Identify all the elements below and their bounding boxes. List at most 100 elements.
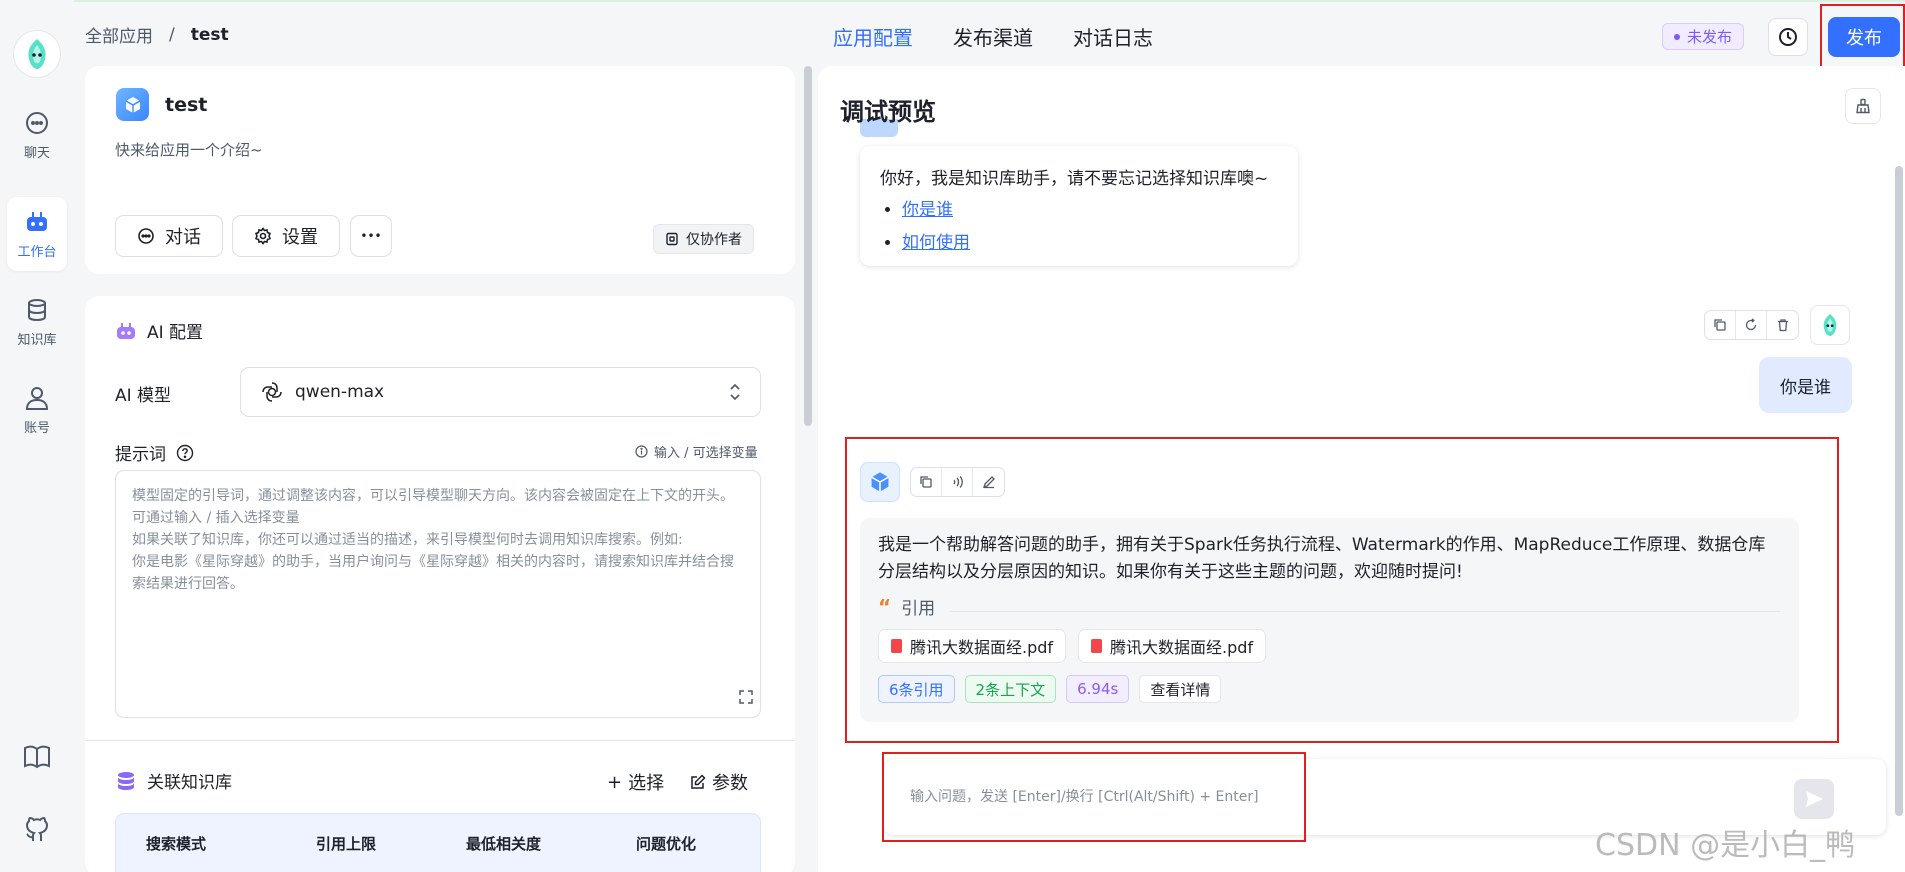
col-query-optimize: 问题优化 [636,834,697,853]
params-button[interactable]: 参数 [690,769,748,795]
broom-icon [1856,98,1870,114]
debug-preview-panel: 调试预览 你好，我是知识库助手，请不要忘记选择知识库噢~ 你是谁 如何使用 你是… [818,66,1905,872]
nav-item-workbench[interactable]: 工作台 [7,197,67,271]
bot-message-tools [910,467,1005,497]
status-badge: 未发布 [1662,23,1745,50]
pencil-icon[interactable] [973,468,1004,496]
lock-icon [666,232,678,246]
prompt-label: 提示词 [115,440,194,465]
chat-input[interactable] [910,783,1710,811]
nav-item-knowledge[interactable]: 知识库 [7,285,67,359]
knowledge-table-header: 搜索模式 引用上限 最低相关度 问题优化 [115,813,761,872]
model-label-text: AI 模型 [115,386,172,406]
quote-file-chip[interactable]: 腾讯大数据面经.pdf [1078,629,1267,663]
nav-item-account[interactable]: 账号 [7,373,67,447]
welcome-link-howto[interactable]: 如何使用 [902,228,1278,253]
edit-square-icon [691,774,706,789]
app-logo[interactable] [13,30,61,78]
ghost-flame-icon [1823,314,1837,336]
right-scrollbar[interactable] [1895,166,1903,816]
top-tabs: 应用配置 发布渠道 对话日志 [833,22,1153,51]
watermark: CSDN @是小白_鸭 [1595,828,1856,863]
more-icon: ••• [360,229,382,243]
col-min-relevance: 最低相关度 [466,834,542,853]
pdf-icon [1091,639,1103,653]
tab-chat-logs[interactable]: 对话日志 [1073,22,1153,51]
book-icon[interactable] [22,742,52,772]
more-button[interactable]: ••• [350,215,392,257]
chat-button[interactable]: 对话 [115,215,223,257]
robot-icon [117,322,135,339]
quote-file-chip[interactable]: 腾讯大数据面经.pdf [878,629,1067,663]
app-name: test [165,94,208,116]
user-icon [25,386,49,410]
breadcrumb-root[interactable]: 全部应用 [85,22,153,47]
quote-divider [950,611,1780,612]
speaker-icon[interactable] [942,468,973,496]
collaborator-label: 仅协作者 [686,232,742,248]
breadcrumb-current: test [190,24,229,45]
nav-label-workbench: 工作台 [17,244,57,260]
chat-bubble-icon [138,228,154,244]
collaborator-badge[interactable]: 仅协作者 [653,224,754,254]
left-scrollbar[interactable] [804,66,812,426]
ai-config-card: AI 配置 AI 模型 qwen-max 提示词 输入 / 可选择变量 模型固定… [85,296,795,872]
model-select[interactable]: qwen-max [240,367,761,417]
bot-answer: 我是一个帮助解答问题的助手，拥有关于Spark任务执行流程、Watermark的… [860,518,1799,722]
status-dot [1674,33,1680,40]
nav-label-chat: 聊天 [23,145,50,161]
clock-icon [1779,28,1797,46]
copy-icon[interactable] [911,468,942,496]
ai-config-title-text: AI 配置 [147,323,204,343]
history-button[interactable] [1768,18,1808,56]
github-icon[interactable] [22,815,52,845]
quote-icon: “ [878,594,892,619]
prompt-label-text: 提示词 [115,445,166,465]
send-icon [1806,791,1823,807]
pdf-icon [891,639,902,653]
copy-icon[interactable] [1705,311,1736,339]
settings-button[interactable]: 设置 [232,215,340,257]
clear-chat-button[interactable] [1845,88,1881,124]
section-divider [85,740,795,741]
breadcrumb-separator: / [169,24,175,45]
openai-icon [262,382,282,402]
select-knowledge-button[interactable]: + 选择 [607,769,664,795]
left-nav: 聊天 工作台 知识库 账号 [0,0,74,872]
retry-icon[interactable] [1736,311,1767,339]
gear-icon [254,227,272,245]
quote-file-name: 腾讯大数据面经.pdf [1110,638,1254,657]
bot-avatar [860,462,900,502]
context-count-tag[interactable]: 2条上下文 [964,675,1057,703]
prompt-textarea[interactable]: 模型固定的引导词，通过调整该内容，可以引导模型聊天方向。该内容会被固定在上下文的… [115,470,761,718]
model-value: qwen-max [295,382,385,402]
answer-text: 我是一个帮助解答问题的助手，拥有关于Spark任务执行流程、Watermark的… [878,535,1766,582]
app-intro[interactable]: 快来给应用一个介绍~ [115,139,263,160]
ghost-flame-icon [28,39,46,69]
breadcrumb: 全部应用 / test [85,22,229,48]
quote-file-name: 腾讯大数据面经.pdf [910,638,1054,657]
robot-icon [27,211,47,231]
expand-icon[interactable] [738,689,754,705]
cube-icon [871,472,889,492]
app-avatar [116,88,149,121]
database-icon [28,298,46,321]
col-search-mode: 搜索模式 [146,834,207,853]
knowledge-title: 关联知识库 [115,768,232,793]
view-details-tag[interactable]: 查看详情 [1139,675,1222,703]
answer-tags: 6条引用 2条上下文 6.94s 查看详情 [878,675,1781,703]
publish-button[interactable]: 发布 [1828,17,1900,57]
tab-publish-channel[interactable]: 发布渠道 [953,22,1033,51]
response-time-tag: 6.94s [1066,675,1130,703]
prompt-hint: 输入 / 可选择变量 [635,442,758,461]
send-button[interactable] [1794,779,1834,819]
welcome-link-who[interactable]: 你是谁 [902,195,1278,220]
plus-icon: + [607,771,623,793]
tab-app-config[interactable]: 应用配置 [833,22,913,51]
help-circle-icon[interactable] [176,444,194,462]
user-message: 你是谁 [1759,357,1852,413]
top-progress-line [0,0,1905,2]
delete-icon[interactable] [1767,311,1798,339]
quote-count-tag[interactable]: 6条引用 [878,675,955,703]
nav-item-chat[interactable]: 聊天 [7,98,67,172]
